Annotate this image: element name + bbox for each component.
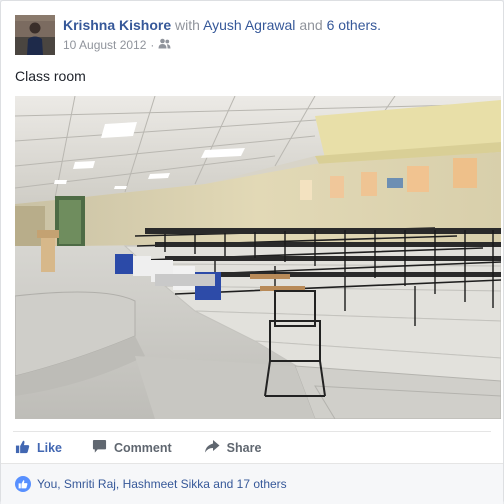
with-text: with (175, 17, 200, 33)
reactions-bar: You, Smriti Raj, Hashmeet Sikka and 17 o… (1, 463, 503, 504)
post-photo[interactable] (15, 96, 501, 419)
tagged-person-link[interactable]: Ayush Agrawal (203, 17, 295, 33)
classroom-photo (15, 96, 501, 419)
like-button[interactable]: Like (3, 432, 62, 463)
post-header: Krishna Kishore with Ayush Agrawal and 6… (15, 15, 495, 57)
comment-label: Comment (114, 440, 172, 455)
post-text: Class room (15, 68, 86, 84)
meta-separator: · (150, 38, 155, 52)
and-text: and (299, 17, 323, 33)
post-meta: 10 August 2012 · (63, 38, 171, 52)
friends-icon[interactable] (158, 38, 171, 52)
share-button[interactable]: Share (192, 432, 262, 463)
like-icon (15, 476, 31, 492)
author-line: Krishna Kishore with Ayush Agrawal and 6… (63, 17, 381, 33)
post-card: Krishna Kishore with Ayush Agrawal and 6… (0, 0, 504, 504)
post-actions: Like Comment Share (1, 432, 503, 463)
post-date-link[interactable]: 10 August 2012 (63, 38, 146, 52)
like-label: Like (37, 440, 63, 455)
comment-icon (92, 439, 107, 457)
comment-button[interactable]: Comment (80, 432, 172, 463)
profile-photo (15, 15, 55, 55)
thumbs-up-icon (15, 439, 30, 457)
share-label: Share (226, 440, 262, 455)
avatar[interactable] (15, 15, 55, 55)
author-name-link[interactable]: Krishna Kishore (63, 17, 171, 33)
share-icon (204, 439, 220, 457)
others-link[interactable]: 6 others. (327, 17, 381, 33)
reactions-summary-link[interactable]: You, Smriti Raj, Hashmeet Sikka and 17 o… (37, 477, 287, 491)
